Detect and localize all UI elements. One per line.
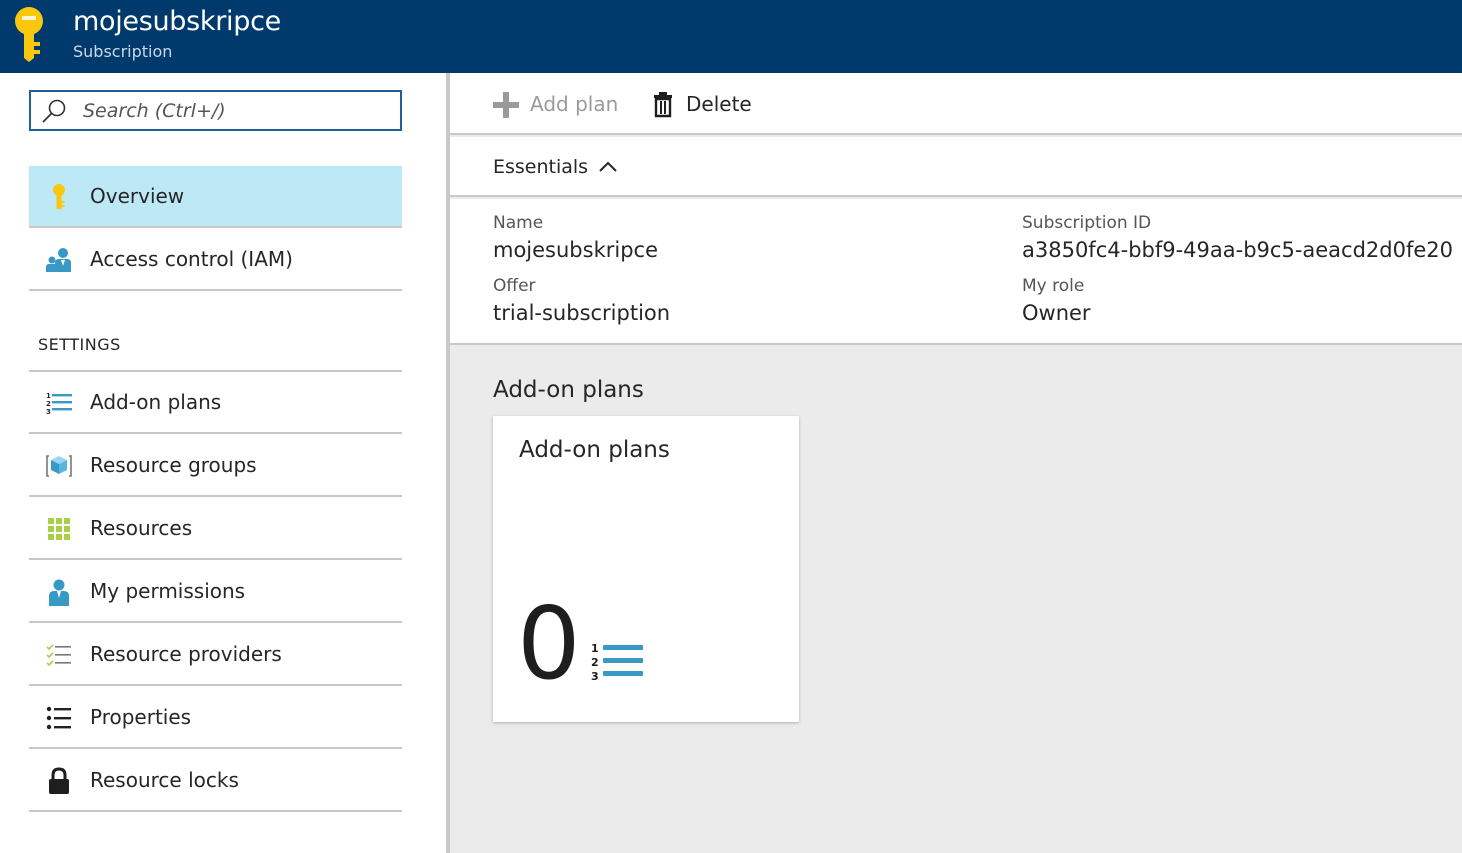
svg-text:1: 1	[46, 392, 51, 400]
offer-value[interactable]: trial-subscription	[493, 301, 670, 325]
sidebar-item-label: Resource groups	[90, 453, 257, 477]
page-subtitle: Subscription	[73, 42, 173, 61]
name-value: mojesubskripce	[493, 238, 659, 262]
sidebar-item-label: Resource locks	[90, 768, 239, 792]
sidebar-item-label: My permissions	[90, 579, 246, 603]
sidebar-item-label: Access control (IAM)	[90, 247, 293, 271]
add-plan-label: Add plan	[530, 92, 619, 116]
offer-key: Offer	[493, 276, 536, 296]
main-content: Add plan Delete Essentials Name mojesubs…	[450, 73, 1462, 853]
essentials-panel: Name mojesubskripce Offer trial-subscrip…	[450, 199, 1462, 345]
name-key: Name	[493, 213, 544, 233]
svg-text:3: 3	[46, 408, 51, 416]
bullet-list-icon	[46, 706, 71, 730]
trash-icon	[654, 92, 672, 118]
sidebar-item-label: Add-on plans	[90, 390, 222, 414]
subscription-id-value: a3850fc4-bbf9-49aa-b9c5-aeacd2d0fe20	[1022, 238, 1454, 262]
checklist-icon	[46, 644, 71, 667]
svg-text:2: 2	[591, 656, 599, 669]
key-icon	[53, 184, 65, 209]
search-input[interactable]	[83, 99, 383, 123]
command-bar: Add plan Delete	[450, 73, 1462, 135]
sidebar-item-resource-providers[interactable]: Resource providers	[29, 624, 402, 686]
add-plan-button[interactable]: Add plan	[492, 89, 622, 119]
key-icon	[15, 7, 43, 62]
sidebar-item-label: Resources	[90, 516, 193, 540]
svg-text:1: 1	[591, 642, 599, 655]
search-icon	[42, 99, 66, 123]
addon-plans-count: 0	[517, 585, 581, 702]
numbered-list-icon: 1 2 3	[591, 642, 643, 682]
sidebar-item-label: Overview	[90, 184, 185, 208]
subscription-id-key: Subscription ID	[1022, 213, 1152, 233]
search-box[interactable]	[29, 90, 402, 131]
addon-section-title: Add-on plans	[493, 377, 644, 403]
plus-icon	[493, 92, 519, 118]
sidebar-item-add-on-plans[interactable]: 1 2 3 Add-on plans	[29, 372, 402, 434]
sidebar-item-overview[interactable]: Overview	[29, 166, 402, 228]
svg-text:2: 2	[46, 400, 51, 408]
sidebar-item-resource-groups[interactable]: Resource groups	[29, 435, 402, 497]
role-key: My role	[1022, 276, 1085, 296]
sidebar-item-properties[interactable]: Properties	[29, 687, 402, 749]
essentials-label: Essentials	[493, 156, 589, 178]
addon-plans-tile[interactable]: Add-on plans 0 1 2 3	[493, 416, 799, 722]
delete-button[interactable]: Delete	[652, 89, 752, 119]
tile-title: Add-on plans	[519, 437, 670, 463]
lock-icon	[49, 767, 69, 794]
delete-label: Delete	[686, 92, 752, 116]
svg-text:3: 3	[591, 670, 599, 682]
sidebar-item-resource-locks[interactable]: Resource locks	[29, 750, 402, 812]
page-title: mojesubskripce	[73, 6, 281, 37]
settings-section-label: SETTINGS	[38, 335, 121, 354]
chevron-up-icon	[599, 161, 617, 172]
essentials-toggle[interactable]: Essentials	[450, 137, 1462, 197]
user-icon	[49, 579, 69, 606]
role-value: Owner	[1022, 301, 1091, 325]
cube-icon	[46, 455, 72, 477]
sidebar-item-my-permissions[interactable]: My permissions	[29, 561, 402, 623]
app-header: mojesubskripce Subscription	[0, 0, 1462, 73]
sidebar-item-label: Properties	[90, 705, 192, 729]
grid-icon	[48, 518, 70, 540]
sidebar-item-label: Resource providers	[90, 642, 282, 666]
sidebar-item-resources[interactable]: Resources	[29, 498, 402, 560]
sidebar: Overview Access control (IAM) SETTINGS 1…	[0, 73, 447, 853]
sidebar-item-access-control[interactable]: Access control (IAM)	[29, 229, 402, 291]
numbered-list-icon: 1 2 3	[46, 392, 72, 416]
users-icon	[46, 248, 71, 272]
